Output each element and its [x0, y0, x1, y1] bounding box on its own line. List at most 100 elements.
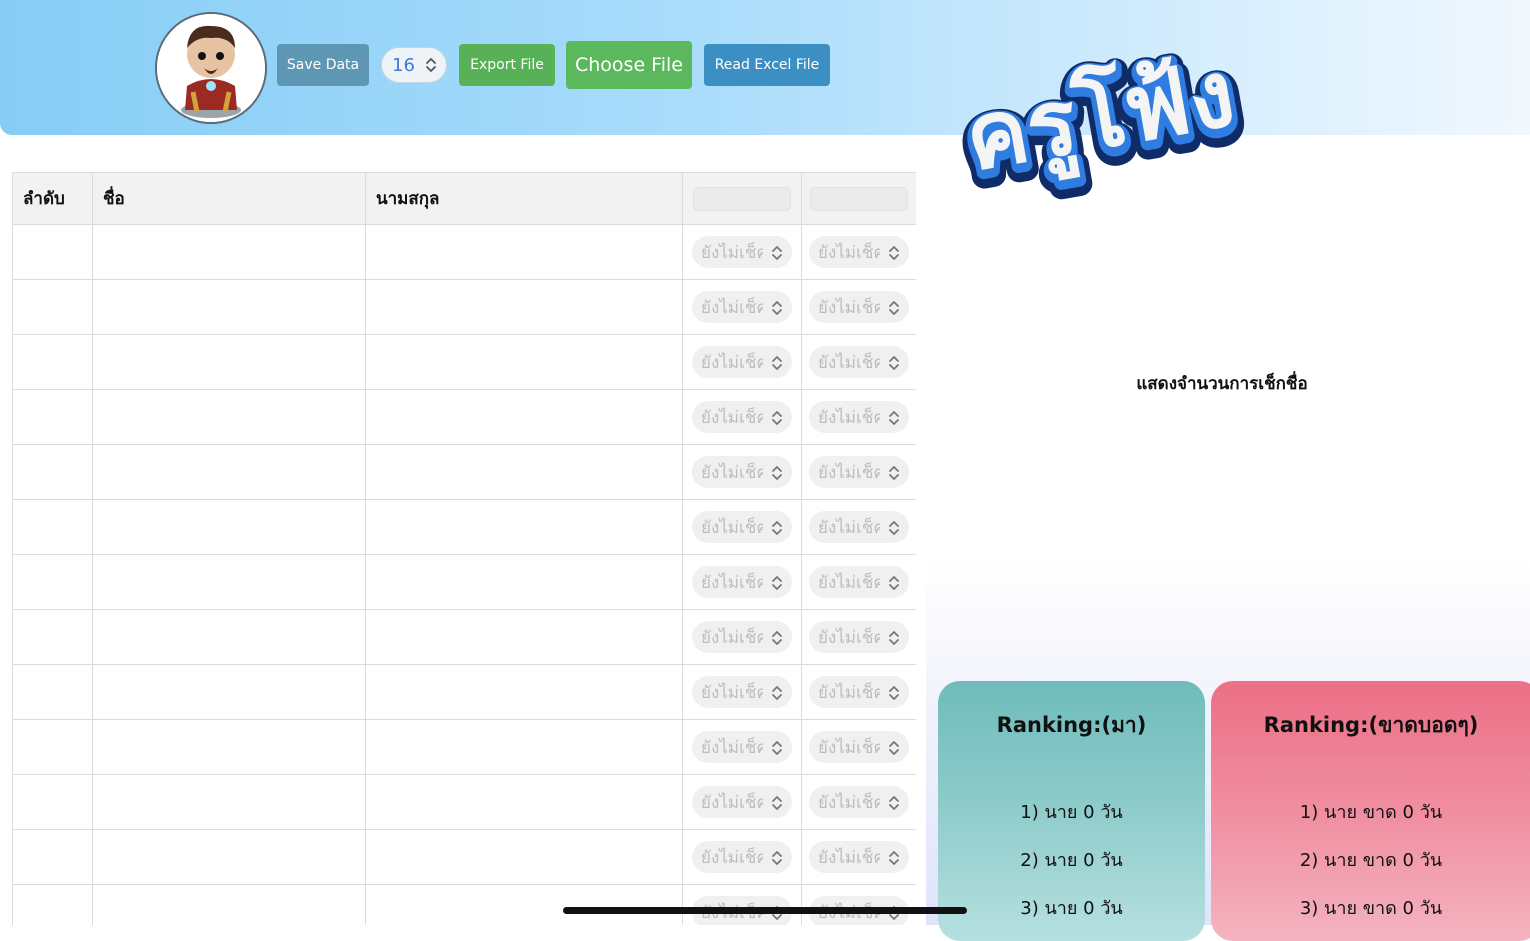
ranking-absent-title: Ranking:(ขาดบอดๆ): [1263, 713, 1479, 737]
order-cell[interactable]: [12, 829, 93, 885]
first-name-cell[interactable]: [92, 664, 366, 720]
order-cell[interactable]: [12, 884, 93, 925]
attendance-status-select[interactable]: ยังไม่เช็ค: [692, 731, 792, 763]
attendance-status-select[interactable]: ยังไม่เช็ค: [692, 841, 792, 873]
last-name-cell[interactable]: [365, 279, 683, 335]
last-name-cell[interactable]: [365, 884, 683, 925]
chevron-up-down-icon: [889, 576, 899, 590]
status-cell: ยังไม่เช็ค: [682, 389, 802, 445]
attendance-status-select[interactable]: ยังไม่เช็ค: [692, 401, 792, 433]
status-cell: ยังไม่เช็ค: [801, 499, 916, 555]
ranking-present-item: 3) นาย 0 วัน: [1020, 898, 1123, 919]
header-first-name: ชื่อ: [92, 172, 366, 225]
order-cell[interactable]: [12, 389, 93, 445]
first-name-cell[interactable]: [92, 884, 366, 925]
attendance-status-select[interactable]: ยังไม่เช็ค: [809, 291, 909, 323]
attendance-status-select[interactable]: ยังไม่เช็ค: [692, 621, 792, 653]
order-cell[interactable]: [12, 224, 93, 280]
last-name-cell[interactable]: [365, 609, 683, 665]
attendance-status-select[interactable]: ยังไม่เช็ค: [692, 346, 792, 378]
status-cell: ยังไม่เช็ค: [801, 719, 916, 775]
order-cell[interactable]: [12, 774, 93, 830]
order-cell[interactable]: [12, 334, 93, 390]
first-name-cell[interactable]: [92, 224, 366, 280]
first-name-cell[interactable]: [92, 334, 366, 390]
attendance-status-select[interactable]: ยังไม่เช็ค: [809, 676, 909, 708]
last-name-cell[interactable]: [365, 554, 683, 610]
attendance-status-select[interactable]: ยังไม่เช็ค: [692, 456, 792, 488]
last-name-cell[interactable]: [365, 389, 683, 445]
first-name-cell[interactable]: [92, 389, 366, 445]
attendance-status-select[interactable]: ยังไม่เช็ค: [809, 621, 909, 653]
status-cell: ยังไม่เช็ค: [682, 499, 802, 555]
order-cell[interactable]: [12, 499, 93, 555]
first-name-cell[interactable]: [92, 609, 366, 665]
last-name-cell[interactable]: [365, 719, 683, 775]
order-cell[interactable]: [12, 609, 93, 665]
first-name-cell[interactable]: [92, 554, 366, 610]
last-name-cell[interactable]: [365, 334, 683, 390]
last-name-cell[interactable]: [365, 774, 683, 830]
attendance-table-container[interactable]: ลำดับ ชื่อ นามสกุล ยังไม่เช็ค ยังไม่เช็คย…: [12, 172, 916, 925]
attendance-status-select[interactable]: ยังไม่เช็ค: [692, 786, 792, 818]
status-cell: ยังไม่เช็ค: [682, 884, 802, 925]
status-cell: ยังไม่เช็ค: [801, 554, 916, 610]
last-name-cell[interactable]: [365, 664, 683, 720]
first-name-cell[interactable]: [92, 774, 366, 830]
ranking-absent-card: Ranking:(ขาดบอดๆ) 1) นาย ขาด 0 วัน 2) นา…: [1211, 681, 1530, 941]
attendance-status-select[interactable]: ยังไม่เช็ค: [809, 401, 909, 433]
last-name-cell[interactable]: [365, 444, 683, 500]
table-body: ยังไม่เช็ค ยังไม่เช็ค ยังไม่เช็ค ยังไม่เช็ค…: [12, 224, 916, 925]
attendance-status-select[interactable]: ยังไม่เช็ค: [809, 566, 909, 598]
avatar: [155, 12, 267, 124]
save-data-button[interactable]: Save Data: [277, 44, 369, 86]
chevron-up-down-icon: [426, 58, 436, 72]
header-date-cell-2: [801, 172, 916, 225]
last-name-cell[interactable]: [365, 499, 683, 555]
export-file-button[interactable]: Export File: [459, 44, 555, 86]
choose-file-button[interactable]: Choose File: [566, 41, 692, 89]
attendance-table: ลำดับ ชื่อ นามสกุล ยังไม่เช็ค ยังไม่เช็คย…: [12, 172, 916, 925]
first-name-cell[interactable]: [92, 444, 366, 500]
attendance-status-select[interactable]: ยังไม่เช็ค: [809, 731, 909, 763]
date-input-1[interactable]: [693, 186, 791, 211]
first-name-cell[interactable]: [92, 499, 366, 555]
attendance-status-value: ยังไม่เช็ค: [701, 407, 763, 428]
attendance-status-select[interactable]: ยังไม่เช็ค: [809, 346, 909, 378]
order-cell[interactable]: [12, 719, 93, 775]
attendance-status-select[interactable]: ยังไม่เช็ค: [809, 456, 909, 488]
order-cell[interactable]: [12, 664, 93, 720]
status-cell: ยังไม่เช็ค: [682, 554, 802, 610]
order-cell[interactable]: [12, 444, 93, 500]
attendance-status-select[interactable]: ยังไม่เช็ค: [692, 511, 792, 543]
attendance-status-select[interactable]: ยังไม่เช็ค: [809, 511, 909, 543]
attendance-status-value: ยังไม่เช็ค: [701, 627, 763, 648]
table-row: ยังไม่เช็ค ยังไม่เช็ค: [12, 389, 916, 445]
status-cell: ยังไม่เช็ค: [682, 224, 802, 280]
table-row: ยังไม่เช็ค ยังไม่เช็ค: [12, 279, 916, 335]
attendance-status-select[interactable]: ยังไม่เช็ค: [692, 236, 792, 268]
last-name-cell[interactable]: [365, 829, 683, 885]
status-cell: ยังไม่เช็ค: [682, 774, 802, 830]
attendance-status-select[interactable]: ยังไม่เช็ค: [809, 236, 909, 268]
order-cell[interactable]: [12, 279, 93, 335]
attendance-status-select[interactable]: ยังไม่เช็ค: [692, 291, 792, 323]
attendance-status-select[interactable]: ยังไม่เช็ค: [809, 786, 909, 818]
order-cell[interactable]: [12, 554, 93, 610]
last-name-cell[interactable]: [365, 224, 683, 280]
chevron-up-down-icon: [889, 851, 899, 865]
attendance-status-select[interactable]: ยังไม่เช็ค: [692, 676, 792, 708]
read-excel-button[interactable]: Read Excel File: [704, 44, 830, 86]
first-name-cell[interactable]: [92, 829, 366, 885]
attendance-status-select[interactable]: ยังไม่เช็ค: [809, 841, 909, 873]
date-input-2[interactable]: [810, 186, 908, 211]
status-cell: ยังไม่เช็ค: [682, 334, 802, 390]
first-name-cell[interactable]: [92, 719, 366, 775]
day-stepper[interactable]: 16: [381, 47, 447, 83]
attendance-status-value: ยังไม่เช็ค: [818, 737, 880, 758]
table-row: ยังไม่เช็ค ยังไม่เช็ค: [12, 609, 916, 665]
attendance-status-select[interactable]: ยังไม่เช็ค: [692, 566, 792, 598]
chevron-up-down-icon: [889, 741, 899, 755]
first-name-cell[interactable]: [92, 279, 366, 335]
chevron-up-down-icon: [772, 301, 782, 315]
